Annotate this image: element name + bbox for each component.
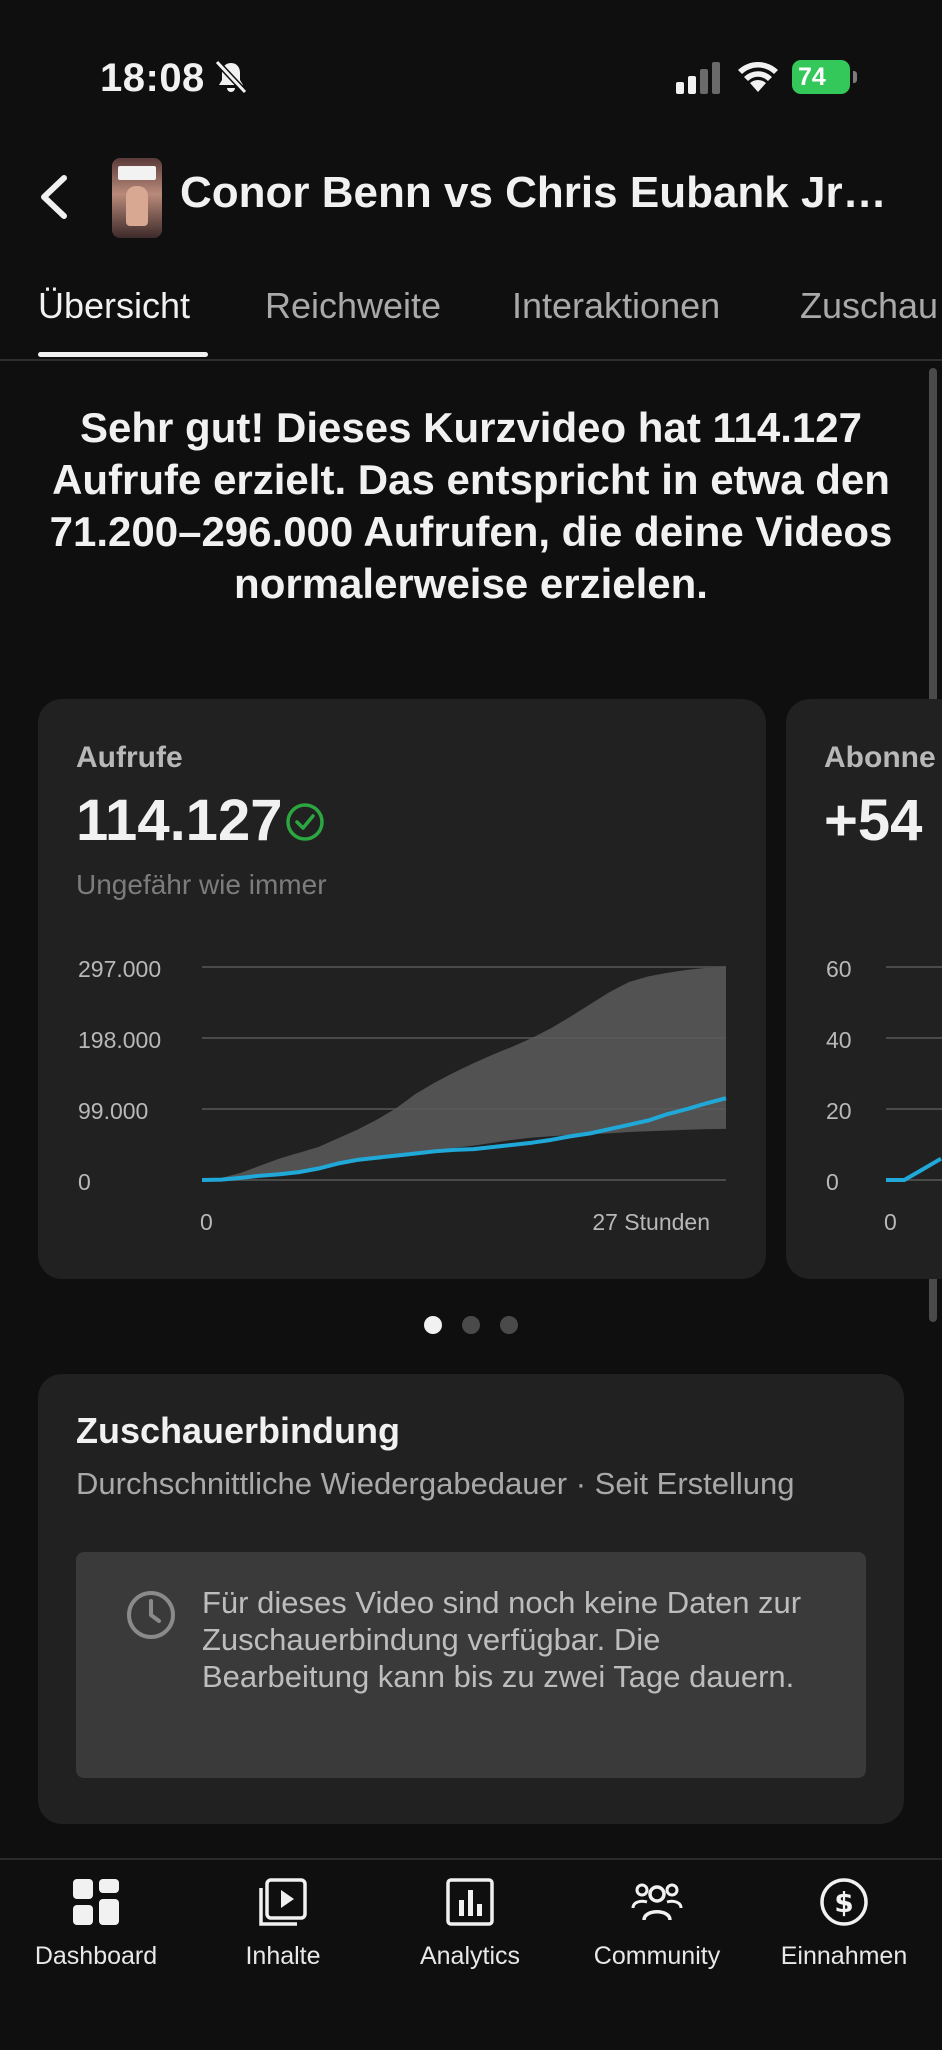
tab-reach[interactable]: Reichweite	[265, 285, 441, 327]
page-dot[interactable]	[462, 1316, 480, 1334]
video-thumbnail	[112, 158, 162, 238]
y-tick-label: 0	[78, 1169, 91, 1195]
series-line	[886, 1156, 942, 1182]
wifi-icon	[738, 62, 778, 92]
retention-empty-state: Für dieses Video sind noch keine Daten z…	[76, 1552, 866, 1778]
y-tick-label: 198.000	[78, 1027, 161, 1053]
x-tick-label: 0	[200, 1209, 213, 1235]
retention-title: Zuschauerbindung	[76, 1410, 400, 1451]
nav-label: Inhalte	[245, 1942, 321, 1970]
x-tick-label: 27 Stunden	[592, 1209, 710, 1235]
tab-engagement[interactable]: Interaktionen	[512, 285, 720, 327]
y-tick-label: 40	[826, 1027, 852, 1053]
page-dot-active[interactable]	[424, 1316, 442, 1334]
back-arrow-icon[interactable]	[34, 172, 74, 222]
nav-label: Dashboard	[34, 1942, 158, 1970]
nav-community[interactable]: Community	[563, 1860, 751, 1990]
tab-audience[interactable]: Zuschau	[800, 285, 938, 327]
subscribers-chart: 60 40 20 0 0	[826, 956, 942, 1235]
nav-analytics[interactable]: Analytics	[376, 1860, 564, 1990]
views-chart: 297.000 198.000 99.000 0 0 27 Stunden	[78, 956, 727, 1235]
bell-muted-icon	[214, 59, 248, 95]
video-title: Conor Benn vs Chris Eubank Jr…	[180, 168, 887, 217]
dashboard-icon	[73, 1879, 119, 1925]
views-card[interactable]: Aufrufe 114.127 Ungefähr wie immer 297.0…	[38, 699, 766, 1279]
tab-active-indicator	[38, 352, 208, 357]
page-dot[interactable]	[500, 1316, 518, 1334]
content-icon	[259, 1878, 307, 1926]
status-bar: 18:08 74	[0, 0, 942, 150]
svg-text:$: $	[834, 1886, 853, 1919]
performance-headline: Sehr gut! Dieses Kurzvideo hat 114.127 A…	[49, 404, 893, 607]
tab-overview[interactable]: Übersicht	[38, 285, 190, 327]
nav-label: Community	[593, 1942, 721, 1970]
cellular-signal-icon	[676, 62, 720, 94]
earnings-icon: $	[820, 1878, 868, 1926]
bottom-navigation: Dashboard Inhalte Analytics Community $ …	[0, 1858, 942, 2050]
nav-label: Analytics	[419, 1942, 521, 1970]
battery-icon: 74	[792, 60, 860, 94]
y-tick-label: 60	[826, 956, 852, 982]
clock-icon	[127, 1591, 175, 1639]
y-tick-label: 20	[826, 1098, 852, 1124]
y-tick-label: 297.000	[78, 956, 161, 982]
y-tick-label: 0	[826, 1169, 839, 1195]
nav-earnings[interactable]: $ Einnahmen	[750, 1860, 938, 1990]
x-tick-label: 0	[884, 1209, 897, 1235]
retention-subtitle: Durchschnittliche Wiedergabedauer · Seit…	[76, 1466, 795, 1501]
community-icon	[631, 1883, 683, 1921]
nav-content[interactable]: Inhalte	[189, 1860, 377, 1990]
analytics-icon	[446, 1878, 494, 1926]
status-time: 18:08	[100, 56, 205, 100]
nav-dashboard[interactable]: Dashboard	[2, 1860, 190, 1990]
tab-bar: Übersicht Reichweite Interaktionen Zusch…	[0, 275, 942, 361]
retention-message: Für dieses Video sind noch keine Daten z…	[202, 1585, 802, 1694]
battery-level: 74	[792, 60, 850, 94]
retention-card: Zuschauerbindung Durchschnittliche Wiede…	[38, 1374, 904, 1824]
carousel-pagination	[424, 1316, 524, 1336]
y-tick-label: 99.000	[78, 1098, 148, 1124]
subscribers-card[interactable]: Abonne +54 60 40 20 0 0	[786, 699, 942, 1279]
nav-label: Einnahmen	[780, 1942, 908, 1970]
